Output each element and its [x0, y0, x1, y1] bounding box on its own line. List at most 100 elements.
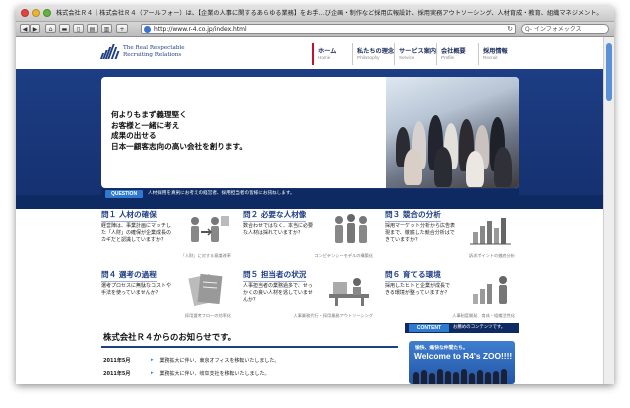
team-figures-icon [335, 214, 367, 243]
question-desc: 数合わせではなく、本当に必要な人材は採れていますか？ [243, 223, 314, 236]
scrollbar-thumb[interactable] [606, 43, 612, 101]
zoo-banner[interactable]: 愉快、痛快な仲間たち。 Welcome to R4's ZOO!!!! [409, 341, 515, 384]
news-title: 株式会社Ｒ４からのお知らせです。 [101, 327, 398, 348]
nav-sublabel: Recruit [483, 55, 498, 60]
question-desc: 人事担当者の業務過多で、せっかくの良い人材を逃していませんか？ [243, 283, 313, 303]
nav-sublabel: Profile [441, 55, 455, 60]
nav-sublabel: Home [318, 55, 331, 60]
window-title: 株式会社Ｒ４｜株式会社Ｒ４（アールフォー）は、【企業の人事に関するあらゆる業務】… [56, 10, 603, 17]
question-desc: 採用マーケット分析から広告表現まで、徹底した競合分析はできていますか？ [385, 223, 456, 243]
question-desc: 経営陣は、事業計画にマッチした「人財」の確保が企業成長のカギだと認識していますか… [101, 223, 172, 243]
browser-toolbar: ◀ ▶ ⌂ ▬ ▯ ▤ ▥ + http://www.r-4.co.jp/ind… [16, 22, 614, 37]
pdf-icon[interactable]: ▤ [87, 24, 98, 33]
zoom-window-button[interactable] [43, 9, 51, 17]
question-caption: 人事制度開発、育成・組織活性化 [452, 313, 515, 318]
hero-line: お客様と一緒に考え [111, 120, 180, 130]
content-sidebar: CONTENT お薦めのコンテンツです。 愉快、痛快な仲間たち。 Welcome… [405, 323, 519, 384]
logo-line-1: The Real Respectable [123, 44, 185, 51]
question-desc: 採用したヒトと企業が成長できる環境が整っていますか？ [385, 283, 451, 296]
staff-crowd-image [413, 368, 511, 384]
address-bar[interactable]: http://www.r-4.co.jp/index.html ↻ [141, 24, 516, 34]
add-bookmark-button[interactable]: + [116, 24, 128, 33]
nav-profile[interactable]: 会社概要 Profile [436, 43, 478, 65]
question-title: 問２ 必要な人材像 [243, 209, 307, 222]
nav-sublabel: Philosophy [357, 55, 380, 60]
bookmark-icon[interactable]: ▥ [101, 24, 112, 33]
news-text: 業務拡大に伴い、岐阜支社を移転いたしました。 [159, 371, 270, 377]
news-item[interactable]: 2011年5月 ▸ 業務拡大に伴い、東京オフィスを移転いたしました。 [103, 357, 279, 364]
back-button[interactable]: ◀ [20, 24, 30, 33]
news-section: 株式会社Ｒ４からのお知らせです。 2011年5月 ▸ 業務拡大に伴い、東京オフィ… [101, 327, 398, 384]
question-caption: 採用選考フローの効率化 [184, 313, 231, 318]
hero-line: 何よりもまず義理堅く [111, 110, 187, 119]
news-date: 2011年5月 [103, 358, 131, 364]
news-date: 2011年5月 [103, 371, 131, 377]
question-card-5[interactable]: 問５ 担当者の状況 人事担当者の業務過多で、せっかくの良い人材を逃していませんか… [243, 269, 373, 321]
nav-label: 私たちの理念 [357, 48, 395, 55]
forward-button[interactable]: ▶ [30, 24, 40, 33]
main-nav: ホーム Home 私たちの理念 Philosophy サービス案内 Servic… [312, 43, 520, 65]
nav-label: ホーム [318, 48, 337, 55]
content-bar: CONTENT お薦めのコンテンツです。 [405, 323, 519, 333]
nav-label: 会社概要 [441, 48, 466, 55]
hero-banner: 何よりもまず義理堅く お客様と一緒に考え 成果の出せる 日本一顧客志向の高い会社… [16, 69, 604, 209]
question-card-1[interactable]: 問１ 人材の確保 経営陣は、事業計画にマッチした「人財」の確保が企業成長のカギだ… [101, 209, 231, 261]
question-card-4[interactable]: 問４ 選考の過程 選考プロセスに無駄なコストや手法を使っていませんか？ 採用選考… [101, 269, 231, 321]
question-grid: 問１ 人材の確保 経営陣は、事業計画にマッチした「人財」の確保が企業成長のカギだ… [101, 209, 519, 327]
home-icon[interactable]: ⌂ [45, 24, 56, 33]
content-intro: お薦めのコンテンツです。 [453, 325, 506, 330]
hero-line: 日本一顧客志向の高い会社を創ります。 [111, 141, 247, 151]
arrow-icon: ▸ [151, 370, 154, 376]
url-text: http://www.r-4.co.jp/index.html [154, 26, 247, 33]
content-tag: CONTENT [409, 324, 449, 332]
question-card-2[interactable]: 問２ 必要な人材像 数合わせではなく、本当に必要な人材は採れていますか？ コンピ… [243, 209, 373, 261]
question-intro: 人材採用を真剣にお考えの経営者、採用担当者の皆様にお訊ねします。 [148, 191, 295, 196]
nav-label: 採用情報 [483, 48, 508, 55]
logo-text: The Real Respectable Recruiting Relation… [123, 45, 185, 59]
question-caption: コンピテンシーモデルの構築化 [314, 253, 373, 258]
logo-line-2: Recruiting Relations [123, 51, 182, 58]
site-header: The Real Respectable Recruiting Relation… [16, 37, 604, 69]
search-input[interactable]: Q- インフォメックス [521, 24, 609, 34]
hero-statement: 何よりもまず義理堅く お客様と一緒に考え 成果の出せる 日本一顧客志向の高い会社… [111, 110, 247, 152]
question-caption: 訴求ポイントの徹底分析 [468, 253, 515, 258]
question-bar: QUESTION 人材採用を真剣にお考えの経営者、採用担当者の皆様にお訊ねします… [101, 189, 519, 199]
question-desc: 選考プロセスに無駄なコストや手法を使っていませんか？ [101, 283, 172, 296]
r4-logo[interactable]: The Real Respectable Recruiting Relation… [99, 44, 185, 59]
question-caption: 「人財」に対する意識改革 [180, 253, 231, 258]
vertical-scrollbar[interactable] [603, 37, 614, 384]
nav-philosophy[interactable]: 私たちの理念 Philosophy [352, 43, 394, 65]
question-title: 問３ 競合の分析 [385, 209, 441, 222]
bar-chart-icon [470, 218, 511, 245]
web-page: The Real Respectable Recruiting Relation… [16, 37, 604, 384]
question-card-6[interactable]: 問６ 育てる環境 採用したヒトと企業が成長できる環境が整っていますか？ 人事制度… [385, 269, 515, 321]
minimize-window-button[interactable] [32, 9, 40, 17]
question-title: 問５ 担当者の状況 [243, 269, 307, 282]
reader-icon[interactable]: ▯ [73, 24, 84, 33]
window-controls [21, 9, 51, 17]
zoo-banner-subtitle: 愉快、痛快な仲間たち。 [415, 346, 468, 351]
busy-desk-icon [329, 278, 369, 306]
question-title: 問４ 選考の過程 [101, 269, 157, 282]
news-text: 業務拡大に伴い、東京オフィスを移転いたしました。 [159, 358, 280, 364]
hero-line: 成果の出せる [111, 131, 157, 140]
reload-icon[interactable]: ↻ [507, 25, 513, 34]
nav-home[interactable]: ホーム Home [312, 43, 352, 65]
browser-window: 株式会社Ｒ４｜株式会社Ｒ４（アールフォー）は、【企業の人事に関するあらゆる業務】… [16, 6, 614, 384]
question-card-3[interactable]: 問３ 競合の分析 採用マーケット分析から広告表現まで、徹底した競合分析はできてい… [385, 209, 515, 261]
arrow-icon: ▸ [151, 357, 154, 363]
news-item[interactable]: 2011年5月 ▸ 業務拡大に伴い、岐阜支社を移転いたしました。 [103, 370, 270, 377]
documents-icon [188, 273, 223, 306]
title-bar: 株式会社Ｒ４｜株式会社Ｒ４（アールフォー）は、【企業の人事に関するあらゆる業務】… [16, 6, 614, 22]
hero-card: 何よりもまず義理堅く お客様と一緒に考え 成果の出せる 日本一顧客志向の高い会社… [101, 77, 519, 188]
question-tag: QUESTION [105, 190, 143, 198]
nav-sublabel: Service [399, 55, 415, 60]
question-title: 問１ 人材の確保 [101, 209, 157, 222]
question-title: 問６ 育てる環境 [385, 269, 441, 282]
question-caption: 人事業務代行・採用業務アウトソーシング [293, 313, 373, 318]
stop-icon[interactable]: ▬ [59, 24, 70, 33]
growth-chart-icon [473, 276, 507, 304]
close-window-button[interactable] [21, 9, 29, 17]
nav-recruit[interactable]: 採用情報 Recruit [478, 43, 520, 65]
nav-service[interactable]: サービス案内 Service [394, 43, 436, 65]
